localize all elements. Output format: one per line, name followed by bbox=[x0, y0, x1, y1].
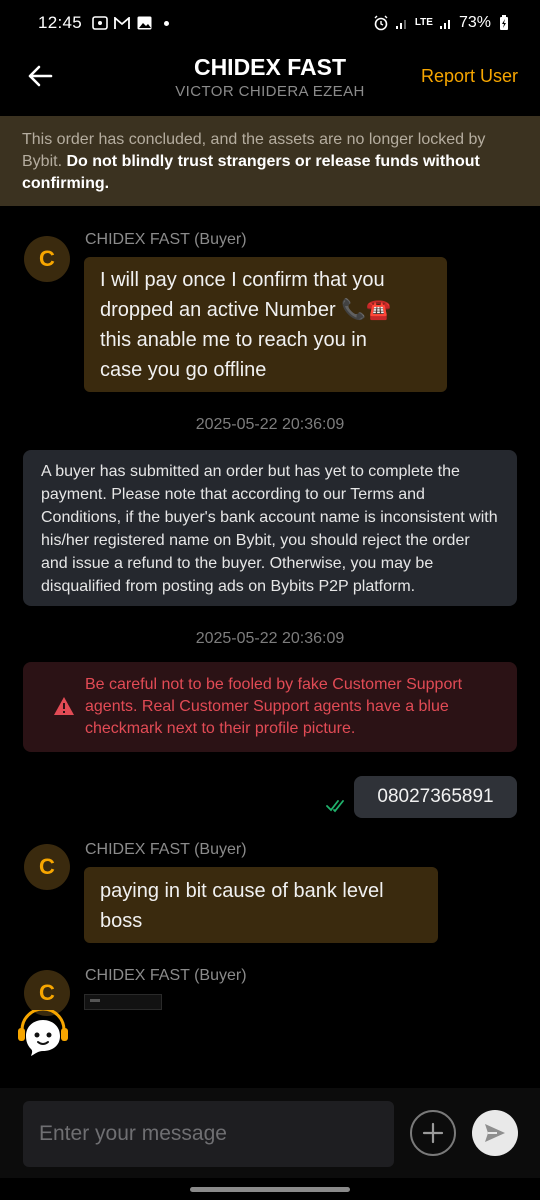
message-timestamp: 2025-05-22 20:36:09 bbox=[195, 630, 345, 647]
warning-message: Be careful not to be fooled by fake Cust… bbox=[23, 662, 517, 752]
system-message: A buyer has submitted an order but has y… bbox=[23, 450, 517, 606]
status-bar: 12:45 LTE 73% bbox=[0, 0, 540, 46]
message-line: boss bbox=[100, 910, 143, 932]
outgoing-message-bubble[interactable]: 08027365891 bbox=[354, 776, 517, 818]
message-input[interactable] bbox=[23, 1101, 394, 1167]
image-attachment[interactable] bbox=[84, 994, 162, 1010]
send-button[interactable] bbox=[472, 1110, 518, 1156]
message-timestamp: 2025-05-22 20:36:09 bbox=[195, 416, 345, 433]
battery-percent: 73% bbox=[458, 14, 491, 31]
avatar[interactable]: C bbox=[24, 236, 70, 282]
sender-name: CHIDEX FAST (Buyer) bbox=[85, 967, 247, 984]
message-line: dropped an active Number 📞☎️ bbox=[100, 299, 392, 321]
status-time: 12:45 bbox=[38, 13, 83, 32]
message-line: paying in bit cause of bank level bbox=[100, 880, 384, 902]
incoming-message-bubble[interactable]: paying in bit cause of bank level boss bbox=[84, 867, 438, 943]
sender-name: CHIDEX FAST (Buyer) bbox=[85, 841, 247, 858]
send-icon bbox=[485, 1124, 505, 1142]
sender-name: CHIDEX FAST (Buyer) bbox=[85, 231, 247, 248]
home-indicator[interactable] bbox=[190, 1187, 350, 1192]
message-input-bar bbox=[0, 1088, 540, 1178]
screen-record-icon bbox=[92, 15, 108, 31]
lte-icon: LTE bbox=[414, 17, 433, 28]
report-user-button[interactable]: Report User bbox=[421, 66, 518, 87]
battery-icon bbox=[496, 15, 512, 31]
add-attachment-button[interactable] bbox=[410, 1110, 456, 1156]
message-line: I will pay once I confirm that you bbox=[100, 269, 385, 291]
status-right-icons: LTE 73% bbox=[373, 14, 512, 32]
signal-icon-2 bbox=[438, 15, 454, 31]
notification-dot bbox=[164, 20, 170, 26]
gmail-icon bbox=[114, 15, 130, 31]
status-left-icons bbox=[92, 15, 170, 31]
avatar[interactable]: C bbox=[24, 844, 70, 890]
gallery-icon bbox=[136, 15, 152, 31]
signal-icon bbox=[394, 15, 410, 31]
customer-support-icon[interactable] bbox=[16, 1010, 70, 1060]
order-concluded-notice: This order has concluded, and the assets… bbox=[0, 116, 540, 206]
notice-bold-text: Do not blindly trust strangers or releas… bbox=[22, 153, 480, 192]
message-line: case you go offline bbox=[100, 359, 267, 381]
incoming-message-bubble[interactable]: I will pay once I confirm that you dropp… bbox=[84, 257, 447, 392]
message-line: this anable me to reach you in bbox=[100, 329, 367, 351]
alarm-icon bbox=[373, 15, 389, 31]
warning-icon bbox=[54, 697, 74, 715]
plus-icon bbox=[422, 1122, 444, 1144]
chat-header: CHIDEX FAST VICTOR CHIDERA EZEAH Report … bbox=[0, 46, 540, 112]
warning-text: Be careful not to be fooled by fake Cust… bbox=[85, 676, 463, 737]
double-check-icon bbox=[326, 800, 344, 813]
